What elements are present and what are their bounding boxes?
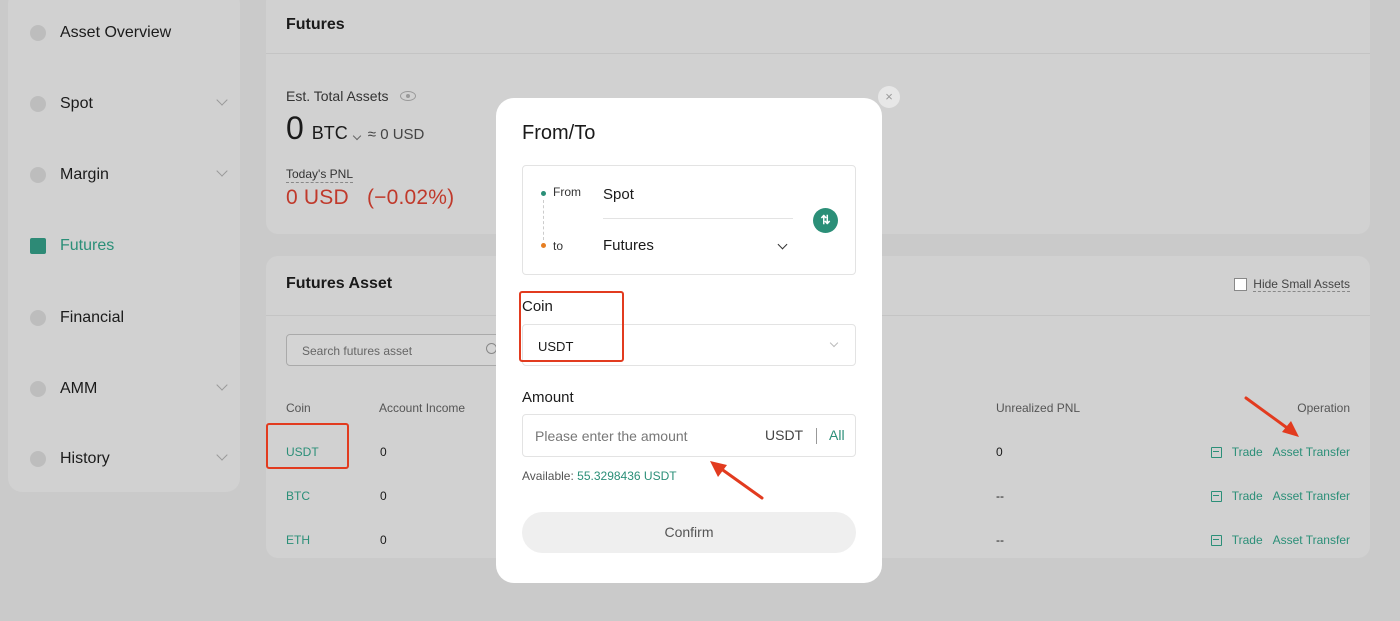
financial-icon — [30, 310, 46, 326]
trade-icon — [1210, 446, 1222, 458]
table-row-unrealized-pnl: -- — [996, 489, 1004, 503]
close-icon[interactable]: × — [878, 86, 900, 108]
asset-transfer-link[interactable]: Asset Transfer — [1273, 489, 1350, 503]
todays-pnl-label[interactable]: Today's PNL — [286, 167, 353, 183]
search-input[interactable]: Search futures asset — [286, 334, 506, 366]
todays-pnl-value: 0 USD (−0.02%) — [286, 186, 455, 209]
column-header-operation: Operation — [1297, 401, 1350, 415]
confirm-button[interactable]: Confirm — [522, 512, 856, 553]
modal-title: From/To — [522, 122, 596, 144]
approx-usd-value: ≈ 0 USD — [367, 126, 425, 143]
sidebar-item-financial[interactable]: Financial — [30, 303, 226, 333]
table-row-operations: Trade Asset Transfer — [1210, 489, 1350, 503]
trade-link[interactable]: Trade — [1232, 533, 1263, 547]
search-placeholder: Search futures asset — [302, 344, 413, 358]
spot-icon — [30, 96, 46, 112]
to-account-select[interactable]: Futures — [603, 237, 654, 254]
hide-small-assets-label: Hide Small Assets — [1253, 277, 1350, 292]
amount-input[interactable] — [535, 425, 745, 447]
chevron-down-icon — [216, 94, 228, 106]
from-account-select[interactable]: Spot — [603, 186, 634, 203]
asset-transfer-link[interactable]: Asset Transfer — [1273, 533, 1350, 547]
chevron-down-icon — [216, 379, 228, 391]
sidebar-item-label: Financial — [60, 309, 125, 326]
highlight-box-usdt-row — [266, 423, 349, 469]
trade-icon — [1210, 534, 1222, 546]
chevron-down-icon — [216, 165, 228, 177]
total-assets-row: 0 BTC ≈ 0 USD — [286, 110, 424, 147]
available-balance: Available: 55.3298436 USDT — [522, 469, 677, 483]
divider — [266, 53, 1370, 54]
sidebar-item-label: Spot — [60, 95, 93, 112]
sidebar-item-spot[interactable]: Spot — [30, 89, 228, 119]
divider — [603, 218, 793, 219]
to-dot-icon — [541, 243, 546, 248]
trade-link[interactable]: Trade — [1232, 489, 1263, 503]
trade-icon — [1210, 490, 1222, 502]
table-row-operations: Trade Asset Transfer — [1210, 445, 1350, 459]
margin-icon — [30, 167, 46, 183]
section-title: Futures Asset — [286, 275, 393, 292]
hide-small-assets-toggle[interactable]: Hide Small Assets — [1234, 277, 1350, 292]
est-total-assets-label: Est. Total Assets — [286, 88, 417, 104]
table-row-account-income: 0 — [380, 489, 387, 503]
sidebar-item-label: Futures — [60, 237, 115, 254]
sidebar-item-label: Margin — [60, 166, 109, 183]
sidebar-item-margin[interactable]: Margin — [30, 160, 228, 190]
pie-chart-icon — [30, 25, 46, 41]
from-to-selector: From Spot to Futures ⇅ — [522, 165, 856, 275]
table-row-account-income: 0 — [380, 445, 387, 459]
chevron-down-icon — [829, 338, 839, 348]
table-row-unrealized-pnl: 0 — [996, 445, 1003, 459]
sidebar-item-label: History — [60, 450, 110, 467]
column-header-unrealized-pnl: Unrealized PNL — [996, 401, 1081, 415]
trade-link[interactable]: Trade — [1232, 445, 1263, 459]
swap-icon[interactable]: ⇅ — [813, 208, 838, 233]
from-label: From — [553, 185, 581, 199]
column-header-coin: Coin — [286, 401, 311, 415]
est-total-assets-text: Est. Total Assets — [286, 88, 389, 104]
all-button[interactable]: All — [829, 427, 845, 443]
hide-small-assets-checkbox[interactable] — [1234, 278, 1248, 291]
sidebar-item-futures[interactable]: Futures — [30, 231, 226, 261]
amount-label: Amount — [522, 389, 574, 406]
highlight-box-coin-field — [519, 291, 624, 362]
futures-icon — [30, 238, 46, 254]
chevron-down-icon[interactable] — [352, 131, 362, 141]
available-value: 55.3298436 USDT — [577, 469, 677, 483]
divider — [816, 428, 817, 444]
column-header-account-income: Account Income — [379, 401, 466, 415]
currency-selector[interactable]: BTC — [312, 123, 348, 144]
from-dot-icon — [541, 191, 546, 196]
eye-icon[interactable] — [400, 91, 417, 101]
chevron-down-icon[interactable] — [777, 239, 788, 250]
sidebar-item-asset-overview[interactable]: Asset Overview — [30, 18, 226, 48]
history-icon — [30, 451, 46, 467]
sidebar: Asset Overview Spot Margin Futures Finan… — [8, 0, 240, 492]
sidebar-item-label: AMM — [60, 380, 98, 397]
connector-line — [543, 200, 544, 240]
asset-transfer-link[interactable]: Asset Transfer — [1273, 445, 1350, 459]
available-label: Available: — [522, 469, 574, 483]
amount-unit: USDT — [765, 427, 804, 443]
amount-field-wrapper: USDT All — [522, 414, 856, 457]
chevron-down-icon — [216, 449, 228, 461]
table-row-coin[interactable]: BTC — [286, 489, 310, 503]
sidebar-item-history[interactable]: History — [30, 444, 228, 474]
to-label: to — [553, 239, 564, 253]
sidebar-item-label: Asset Overview — [60, 24, 172, 41]
table-row-coin[interactable]: ETH — [286, 533, 310, 547]
table-row-unrealized-pnl: -- — [996, 533, 1004, 547]
total-assets-value: 0 — [286, 110, 304, 146]
table-row-account-income: 0 — [380, 533, 387, 547]
page-title: Futures — [286, 16, 345, 33]
table-row-operations: Trade Asset Transfer — [1210, 533, 1350, 547]
amm-icon — [30, 381, 46, 397]
sidebar-item-amm[interactable]: AMM — [30, 374, 228, 404]
